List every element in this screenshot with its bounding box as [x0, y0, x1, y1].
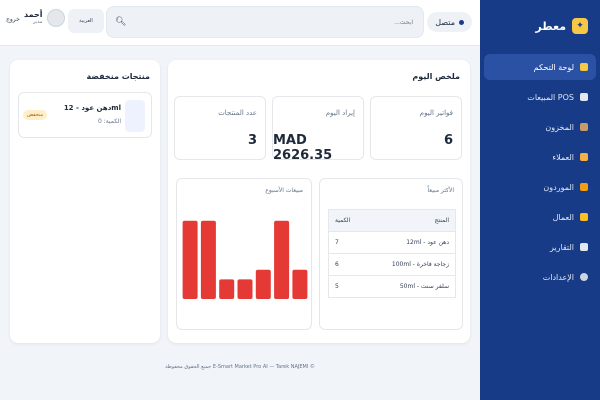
chart-bar	[255, 269, 271, 299]
row-qty: 7	[328, 231, 365, 254]
users-icon	[580, 153, 588, 161]
sidebar-item-label: الموردون	[543, 182, 574, 192]
sidebar-item-label: التقارير	[549, 242, 574, 252]
topbar: متصل 🔍︎ MA العربية أحمد مدير خروج	[0, 0, 480, 46]
avatar	[46, 9, 65, 27]
product-name: دهن عود - 12ml	[63, 104, 121, 112]
sidebar-item-reports[interactable]: التقارير	[484, 234, 596, 260]
search-box: 🔍︎	[106, 6, 424, 38]
cart-icon	[580, 93, 588, 101]
footer: جميع الحقوق محفوظة E-Smart Market Pro AI…	[0, 364, 480, 370]
sidebar-item-customers[interactable]: العملاء	[484, 144, 596, 170]
search-input[interactable]	[107, 7, 423, 37]
gear-icon	[580, 273, 588, 281]
status-label: متصل	[435, 17, 455, 27]
chart-bar	[237, 279, 253, 299]
table-row[interactable]: دهن عود - 12ml 7	[328, 231, 456, 254]
sidebar-item-sales[interactable]: المبيعات POS 0	[378, 84, 596, 110]
language-label: العربية	[79, 18, 93, 24]
col-qty: الكمية	[328, 209, 365, 232]
table-header: المنتج الكمية	[328, 209, 456, 232]
table-row[interactable]: سلفر سنت - 50ml 5	[328, 275, 456, 298]
sidebar-item-dashboard[interactable]: لوحة التحكم	[484, 54, 596, 80]
chart-title: مبيعات الأسبوع	[265, 187, 303, 194]
row-qty: 5	[328, 275, 365, 298]
sidebar-item-label: العملاء	[552, 152, 574, 162]
chart-bar	[182, 220, 198, 299]
product-qty: الكمية: 0	[97, 118, 121, 125]
stat-invoices: فواتير اليوم 6	[370, 96, 462, 160]
sidebar: معطر ✦ لوحة التحكم المبيعات POS 0 المخزو…	[378, 0, 600, 400]
sidebar-item-label: العمال	[552, 212, 574, 222]
row-product: دهن عود - 12ml	[364, 231, 456, 254]
status-dot-icon	[459, 19, 464, 25]
weekly-sales-chart: مبيعات الأسبوع	[176, 178, 312, 330]
best-sellers-table: المنتج الكمية دهن عود - 12ml 7 زجاجة فاخ…	[328, 209, 456, 298]
sidebar-item-label: الإعدادات	[542, 272, 574, 282]
truck-icon	[580, 183, 588, 191]
footer-text: جميع الحقوق محفوظة E-Smart Market Pro AI…	[165, 364, 315, 370]
low-stock-title: منتجات منخفضة	[86, 72, 150, 81]
brand-name: معطر	[535, 19, 566, 33]
stat-label: فواتير اليوم	[419, 109, 453, 117]
row-product: زجاجة فاخرة - 100ml	[364, 253, 456, 276]
low-stock-card: منتجات منخفضة دهن عود - 12ml الكمية: 0 م…	[10, 60, 160, 343]
sidebar-item-suppliers[interactable]: الموردون	[484, 174, 596, 200]
brand[interactable]: معطر ✦	[480, 0, 600, 52]
weekly-sales-svg	[182, 220, 308, 299]
best-sellers-panel: الأكثر مبيعاً المنتج الكمية دهن عود - 12…	[319, 178, 463, 330]
row-qty: 6	[328, 253, 365, 276]
box-icon	[580, 123, 588, 131]
user-menu[interactable]: أحمد مدير	[24, 9, 65, 27]
stat-products: عدد المنتجات 3	[174, 96, 266, 160]
stat-value: MAD 2626.35	[273, 133, 333, 163]
product-image	[125, 100, 145, 132]
language-selector[interactable]: العربية	[68, 9, 104, 33]
table-row[interactable]: زجاجة فاخرة - 100ml 6	[328, 253, 456, 276]
chart-bar	[219, 279, 235, 299]
chart-bar	[274, 220, 290, 299]
summary-title: ملخص اليوم	[412, 72, 460, 81]
user-role: مدير	[33, 19, 43, 25]
worker-icon	[580, 213, 588, 221]
stat-value: 6	[443, 133, 453, 148]
chart-bar	[292, 269, 308, 299]
row-product: سلفر سنت - 50ml	[364, 275, 456, 298]
sidebar-item-label: المبيعات POS	[527, 92, 574, 102]
stat-revenue: إيراد اليوم MAD 2626.35	[272, 96, 364, 163]
col-product: المنتج	[364, 209, 456, 232]
sidebar-item-inventory[interactable]: المخزون	[484, 114, 596, 140]
chart-icon	[580, 243, 588, 251]
sidebar-item-workers[interactable]: العمال	[484, 204, 596, 230]
stat-label: إيراد اليوم	[325, 109, 355, 117]
best-sellers-title: الأكثر مبيعاً	[427, 187, 454, 194]
logout-button[interactable]: خروج	[6, 16, 20, 23]
status-badge: منخفض	[23, 110, 48, 120]
chart-bar	[200, 220, 216, 299]
search-icon[interactable]: 🔍︎	[115, 17, 127, 29]
list-item[interactable]: دهن عود - 12ml الكمية: 0 منخفض	[18, 92, 152, 138]
dashboard-icon	[580, 63, 588, 71]
connection-status: متصل	[427, 12, 472, 32]
sidebar-nav: لوحة التحكم المبيعات POS 0 المخزون العمل…	[378, 54, 600, 290]
sidebar-item-settings[interactable]: الإعدادات	[484, 264, 596, 290]
today-summary-card: ملخص اليوم فواتير اليوم 6 إيراد اليوم MA…	[168, 60, 470, 343]
stat-label: عدد المنتجات	[218, 109, 257, 117]
user-name: أحمد	[24, 10, 43, 19]
sidebar-item-label: المخزون	[545, 122, 574, 132]
sidebar-item-label: لوحة التحكم	[533, 62, 574, 72]
stat-value: 3	[247, 133, 257, 148]
perfume-icon: ✦	[572, 18, 588, 34]
